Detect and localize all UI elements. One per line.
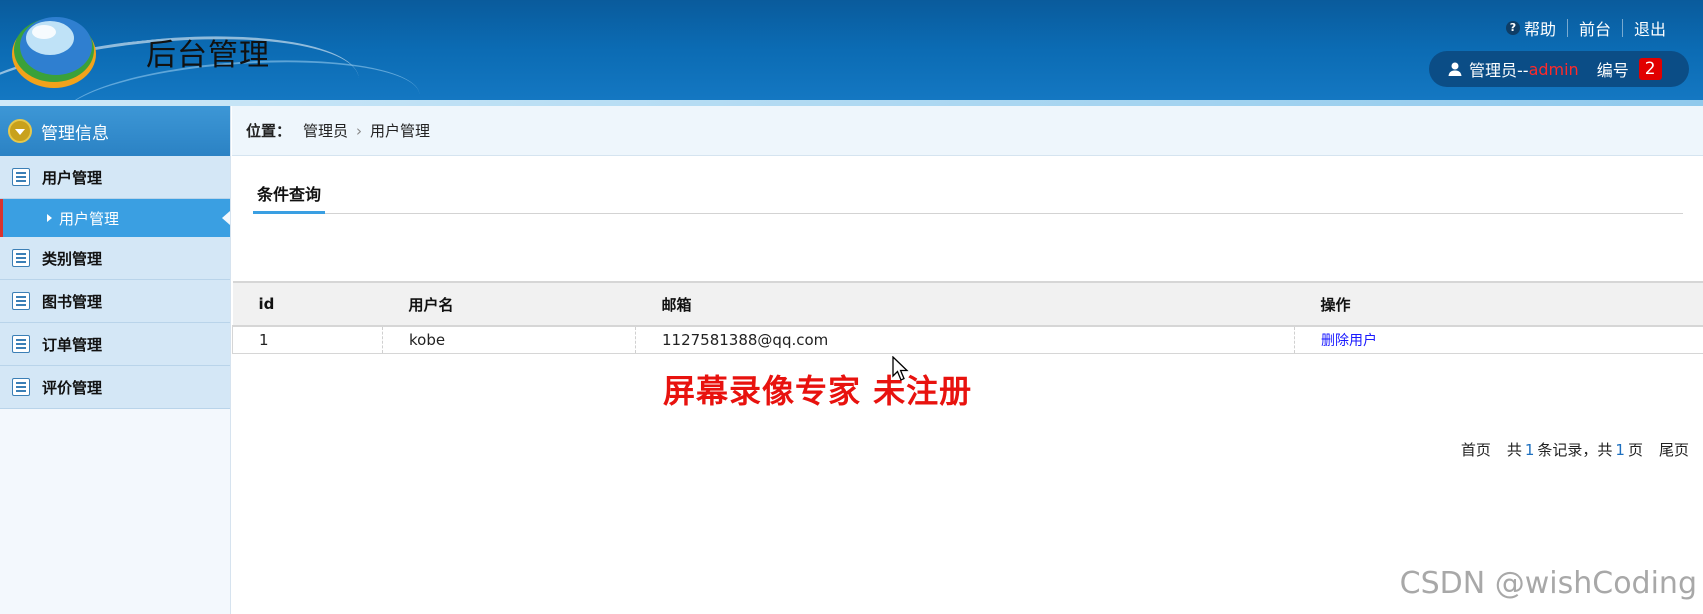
list-icon [12,292,30,310]
sidebar-item-categories[interactable]: 类别管理 [0,237,230,280]
pager-total-records: 1 [1524,440,1535,459]
sidebar-item-books[interactable]: 图书管理 [0,280,230,323]
column-header: 用户名 [382,281,636,327]
csdn-watermark: CSDN @wishCoding [1399,566,1697,601]
pager-total-pages: 1 [1615,440,1625,459]
column-header: id [232,281,383,327]
top-links: ? 帮助 前台 退出 [1495,16,1677,40]
logout-link[interactable]: 退出 [1623,16,1677,40]
help-label: 帮助 [1523,20,1556,39]
list-icon [12,168,30,186]
sidebar-item-label: 图书管理 [42,292,103,311]
app-title: 后台管理 [146,38,270,73]
cell-email: 1127581388@qq.com [635,326,1295,354]
sidebar-subitem-user-management[interactable]: 用户管理 [0,199,230,237]
active-indicator [222,211,230,225]
delete-user-link[interactable]: 删除用户 [1321,333,1377,349]
first-page-link[interactable]: 首页 [1461,439,1491,460]
cell-action: 删除用户 [1294,326,1703,354]
caret-right-icon [47,214,52,222]
user-table: id 用户名 邮箱 操作 1 kobe 1127581388@qq.com 删除… [232,281,1703,354]
user-number-label: 编号 [1596,61,1629,80]
sidebar-item-label: 用户管理 [42,168,103,187]
list-icon [12,335,30,353]
sidebar-header-label: 管理信息 [41,123,109,144]
sidebar: 管理信息 用户管理 用户管理 类别管理 图书管理 订单管理 评价管理 [0,106,231,614]
breadcrumb-label: 位置： [246,122,292,140]
table-row: 1 kobe 1127581388@qq.com 删除用户 [232,326,1703,354]
user-info-bar: 管理员-- admin 编号 2 [1429,51,1689,87]
sidebar-header[interactable]: 管理信息 [0,106,230,156]
last-page-link[interactable]: 尾页 [1659,439,1689,460]
sidebar-item-label: 类别管理 [42,249,103,268]
pager-records-suffix: 条记录，共 [1537,441,1613,459]
sidebar-subitem-label: 用户管理 [59,209,120,228]
help-link[interactable]: ? 帮助 [1495,16,1567,40]
breadcrumb-item[interactable]: 管理员 [303,120,348,141]
help-icon: ? [1505,21,1520,35]
sidebar-item-reviews[interactable]: 评价管理 [0,366,230,409]
user-icon [1448,62,1462,76]
list-icon [12,378,30,396]
cell-id: 1 [232,326,383,354]
table-header-row: id 用户名 邮箱 操作 [232,281,1703,327]
top-header: 后台管理 ? 帮助 前台 退出 管理员-- admin 编号 2 [0,0,1703,106]
logo-icon [12,17,96,88]
column-header: 邮箱 [635,281,1295,327]
cell-username: kobe [382,326,636,354]
pager-total-prefix: 共 [1506,441,1522,459]
column-header: 操作 [1294,281,1703,327]
front-link[interactable]: 前台 [1568,16,1622,40]
chevron-right-icon: › [356,121,363,140]
tab-condition-query[interactable]: 条件查询 [253,178,326,214]
sidebar-item-users[interactable]: 用户管理 [0,156,230,199]
user-number-badge: 2 [1638,58,1662,80]
sidebar-item-label: 订单管理 [42,335,103,354]
mouse-cursor-icon [892,356,909,381]
sidebar-item-orders[interactable]: 订单管理 [0,323,230,366]
sidebar-item-label: 评价管理 [42,378,103,397]
breadcrumb: 位置： 管理员 › 用户管理 [232,106,1703,156]
breadcrumb-item[interactable]: 用户管理 [370,120,430,141]
tab-bar: 条件查询 [253,178,1683,214]
user-role: 管理员-- [1469,61,1529,80]
user-name: admin [1528,59,1579,79]
list-icon [12,249,30,267]
recording-watermark: 屏幕录像专家 未注册 [663,372,973,410]
chevron-down-icon [8,119,32,143]
pager-pages-suffix: 页 [1627,441,1643,459]
pagination: 首页 共 1 条记录，共 1 页 尾页 [1461,439,1689,460]
